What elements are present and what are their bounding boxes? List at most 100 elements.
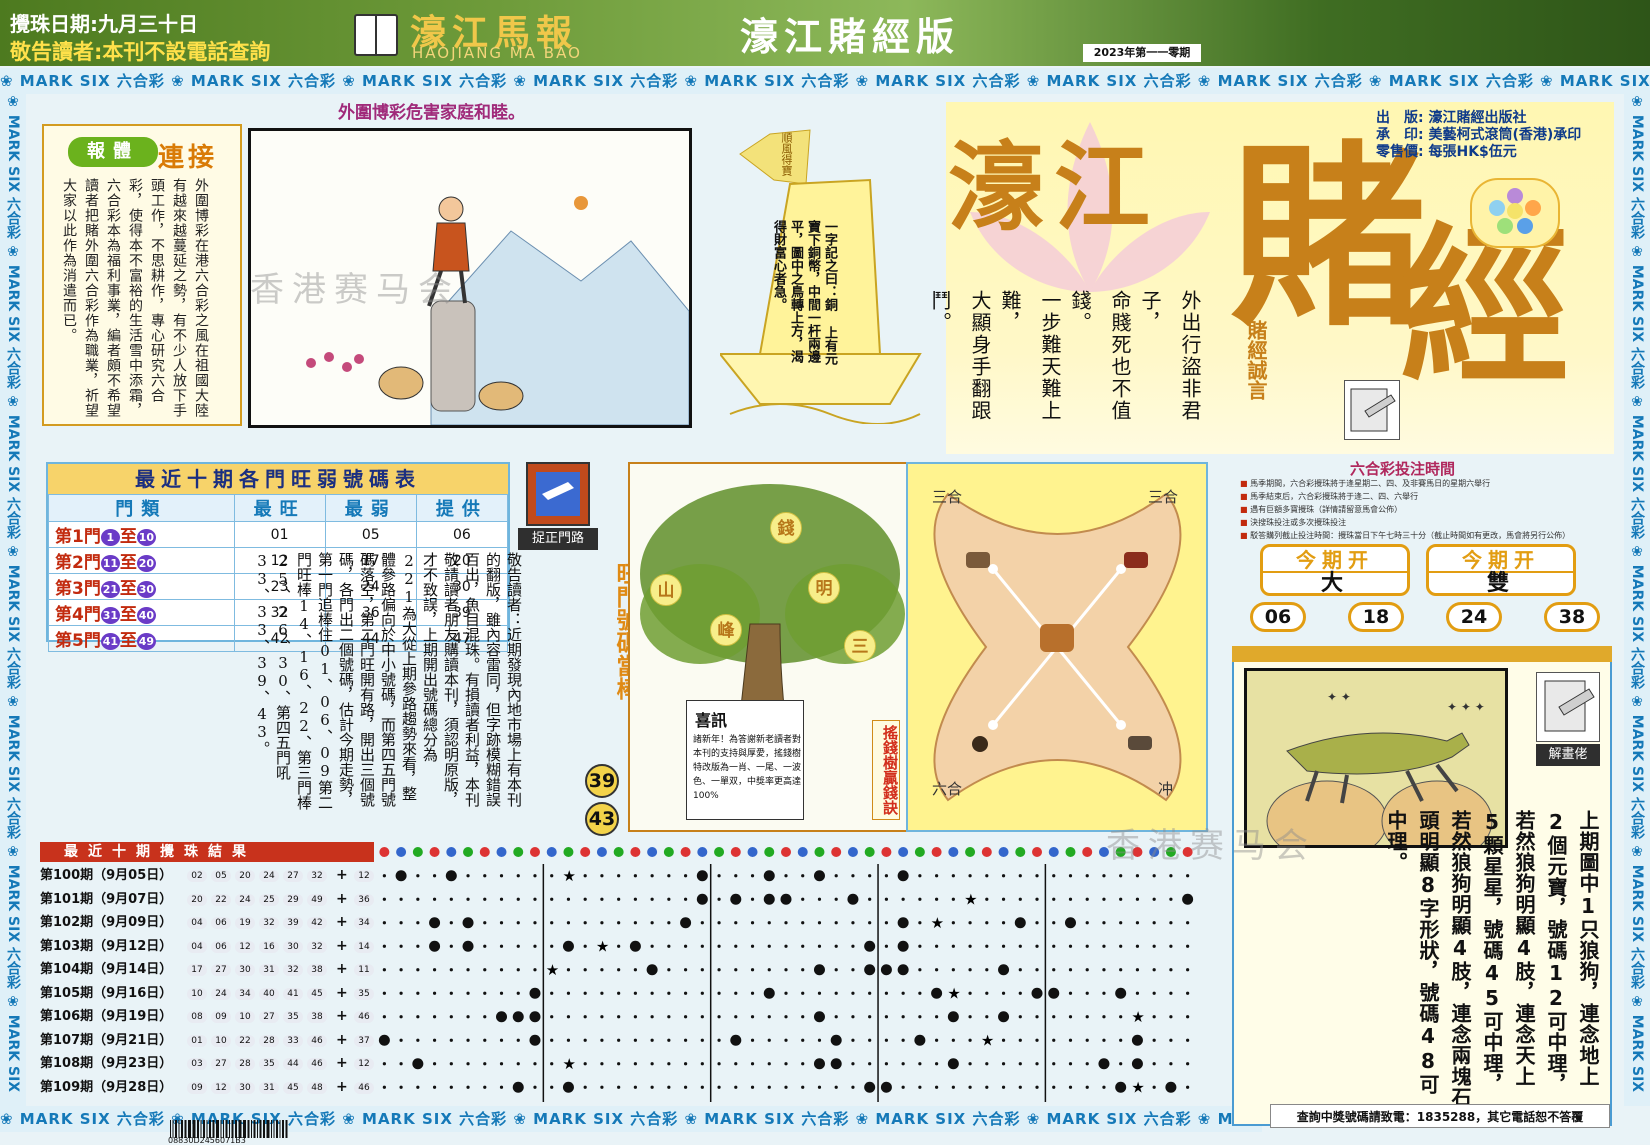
drawn-dot	[512, 1011, 524, 1023]
empty-dot	[1186, 1062, 1190, 1066]
empty-dot	[1085, 874, 1089, 878]
empty-dot	[617, 944, 621, 948]
empty-dot	[1085, 1062, 1089, 1066]
drawn-number: 34	[235, 987, 255, 1000]
tree-word: 三	[844, 630, 876, 662]
essay-text: 外圍博彩在港六合彩之風在祖國大陸有越來越蔓延之勢，有不少人放下手頭工作，不思耕作…	[61, 178, 209, 418]
drawn-number: 19	[235, 917, 255, 929]
open-number: 24	[1446, 602, 1502, 632]
number-strip-ball	[864, 847, 875, 857]
empty-dot	[683, 1038, 688, 1042]
empty-dot	[851, 1062, 855, 1066]
empty-dot	[884, 897, 889, 901]
empty-dot	[399, 968, 403, 972]
drawn-number: 39	[283, 917, 303, 929]
empty-dot	[1152, 968, 1156, 972]
drawn-dot	[512, 1081, 524, 1093]
empty-dot	[1186, 921, 1190, 925]
period-label: 第100期（9月05日）	[40, 868, 173, 883]
reader-notice: 敬告讀者:本刊不設電話查詢	[10, 40, 271, 64]
zodiac-label-liuhe: 六合	[932, 780, 963, 798]
empty-dot	[834, 897, 838, 901]
empty-dot	[918, 968, 922, 972]
number-strip-ball	[814, 847, 825, 857]
empty-dot	[617, 921, 621, 925]
number-strip-ball	[914, 847, 925, 857]
border-strip-top: ❀ MARK SIX 六合彩 ❀ MARK SIX 六合彩 ❀ MARK SIX…	[0, 68, 1650, 94]
plus-sign: +	[336, 984, 348, 1001]
empty-dot	[700, 1085, 704, 1089]
empty-dot	[868, 1038, 872, 1042]
empty-dot	[382, 1062, 386, 1066]
table-row: 第1門 1 至 10 01 05 06	[48, 521, 509, 548]
empty-dot	[935, 874, 939, 878]
empty-dot	[935, 1062, 939, 1066]
empty-dot	[432, 1062, 437, 1066]
empty-dot	[600, 1085, 604, 1089]
special-number: 46	[354, 1081, 374, 1094]
drawn-dot	[1115, 1081, 1127, 1093]
empty-dot	[817, 1038, 822, 1042]
empty-dot	[985, 1062, 989, 1066]
barcode-bar	[279, 1120, 281, 1138]
number-strip-ball	[764, 847, 775, 857]
empty-dot	[884, 1062, 889, 1066]
empty-dot	[734, 968, 738, 972]
empty-dot	[901, 1085, 905, 1089]
plus-sign: +	[336, 914, 348, 930]
empty-dot	[1001, 921, 1006, 925]
empty-dot	[1102, 944, 1106, 948]
empty-dot	[416, 944, 420, 948]
empty-dot	[466, 1062, 470, 1066]
drawn-number: 41	[283, 987, 303, 1000]
special-star: ★	[981, 1031, 994, 1049]
empty-dot	[1169, 897, 1173, 901]
empty-dot	[968, 874, 972, 878]
empty-dot	[1186, 1015, 1190, 1019]
number-strip-ball	[831, 847, 842, 857]
empty-dot	[1152, 991, 1156, 995]
hot-number-ball: 43	[585, 802, 619, 836]
empty-dot	[734, 1085, 738, 1089]
drawn-dot	[864, 964, 876, 976]
empty-dot	[483, 1062, 487, 1066]
plus-sign: +	[336, 867, 348, 883]
empty-dot	[483, 1015, 487, 1019]
empty-dot	[449, 1085, 453, 1089]
drawn-dot	[1131, 1058, 1143, 1070]
special-star: ★	[562, 1055, 575, 1073]
empty-dot	[734, 1062, 738, 1066]
empty-dot	[750, 1062, 755, 1066]
drawn-number: 35	[283, 1011, 303, 1023]
drawn-number: 25	[259, 893, 279, 906]
empty-dot	[683, 991, 688, 995]
empty-dot	[667, 897, 671, 901]
number-strip-ball	[1015, 847, 1026, 857]
zodiac-panel: 三合 三合 六合 冲	[906, 462, 1208, 832]
drawn-dot	[462, 917, 474, 929]
special-number: 46	[354, 1011, 374, 1023]
plus-sign: +	[336, 1078, 348, 1095]
drawn-number: 09	[211, 1011, 231, 1023]
edition-title: 濠江賭經版	[740, 15, 961, 59]
explain-panel-bar	[1232, 646, 1612, 662]
empty-dot	[1001, 1038, 1006, 1042]
hero-title: 濠江	[948, 131, 1160, 244]
barcode-bar	[285, 1120, 288, 1138]
barcode-bar	[282, 1120, 284, 1138]
drawn-number: 28	[259, 1034, 279, 1047]
empty-dot	[951, 897, 955, 901]
empty-dot	[1102, 991, 1106, 995]
drawn-number: 45	[307, 987, 327, 1000]
empty-dot	[617, 1015, 621, 1019]
open-value: 雙	[1429, 571, 1573, 595]
empty-dot	[951, 874, 955, 878]
empty-dot	[851, 921, 855, 925]
empty-dot	[1169, 968, 1173, 972]
empty-dot	[968, 1015, 972, 1019]
empty-dot	[884, 944, 889, 948]
empty-dot	[784, 944, 788, 948]
empty-dot	[466, 874, 470, 878]
special-star: ★	[947, 984, 960, 1002]
special-star: ★	[546, 961, 559, 979]
